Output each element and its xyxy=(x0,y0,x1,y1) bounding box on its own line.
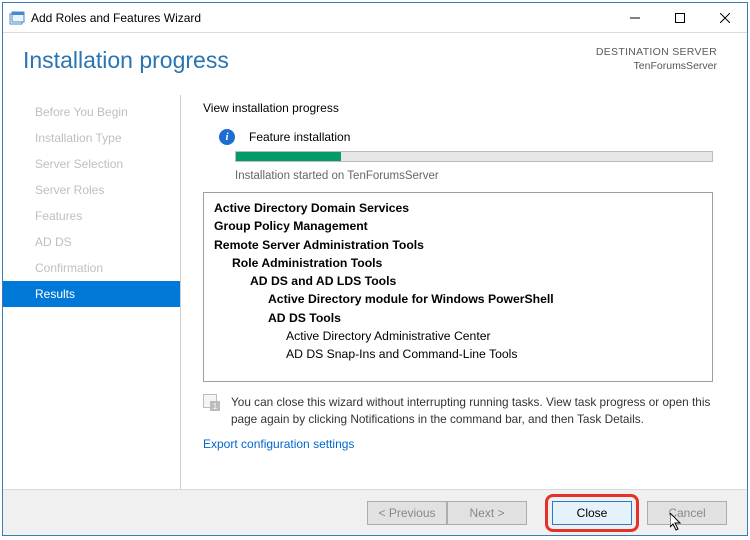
sidebar-item-ad-ds: AD DS xyxy=(3,229,180,255)
main-panel: View installation progress i Feature ins… xyxy=(181,95,747,489)
feature-item: AD DS and AD LDS Tools xyxy=(250,272,702,290)
sidebar-item-server-selection: Server Selection xyxy=(3,151,180,177)
sidebar-item-before-you-begin: Before You Begin xyxy=(3,99,180,125)
feature-item: Active Directory Administrative Center xyxy=(286,327,702,345)
sidebar-item-confirmation: Confirmation xyxy=(3,255,180,281)
sidebar-item-installation-type: Installation Type xyxy=(3,125,180,151)
app-icon xyxy=(9,10,25,26)
progress-status: Installation started on TenForumsServer xyxy=(235,170,719,182)
progress-fill xyxy=(236,152,341,161)
sidebar-item-results: Results xyxy=(3,281,180,307)
window-close-button[interactable] xyxy=(702,3,747,32)
close-highlight: Close xyxy=(545,494,639,532)
page-title: Installation progress xyxy=(23,47,229,74)
header: Installation progress DESTINATION SERVER… xyxy=(3,33,747,95)
previous-button: < Previous xyxy=(367,501,447,525)
wizard-window: Add Roles and Features Wizard Installati… xyxy=(2,2,748,536)
info-row: i Feature installation xyxy=(219,129,719,145)
titlebar: Add Roles and Features Wizard xyxy=(3,3,747,33)
feature-item: Group Policy Management xyxy=(214,217,702,235)
feature-list: Active Directory Domain ServicesGroup Po… xyxy=(203,192,713,382)
destination-value: TenForumsServer xyxy=(596,59,717,73)
footer: < Previous Next > Close Cancel xyxy=(3,489,747,535)
close-button[interactable]: Close xyxy=(552,501,632,525)
cancel-button: Cancel xyxy=(647,501,727,525)
next-button: Next > xyxy=(447,501,527,525)
info-text: Feature installation xyxy=(249,130,350,144)
info-icon: i xyxy=(219,129,235,145)
sidebar: Before You BeginInstallation TypeServer … xyxy=(3,95,181,489)
note-row: You can close this wizard without interr… xyxy=(203,394,713,427)
feature-item: AD DS Snap-Ins and Command-Line Tools xyxy=(286,345,702,363)
export-settings-link[interactable]: Export configuration settings xyxy=(203,437,354,451)
note-text: You can close this wizard without interr… xyxy=(231,394,713,427)
sidebar-item-server-roles: Server Roles xyxy=(3,177,180,203)
progress-bar xyxy=(235,151,713,162)
window-controls xyxy=(612,3,747,32)
main-heading: View installation progress xyxy=(203,101,719,115)
window-title: Add Roles and Features Wizard xyxy=(31,11,612,25)
feature-item: Active Directory module for Windows Powe… xyxy=(268,290,702,308)
minimize-button[interactable] xyxy=(612,3,657,32)
feature-item: Role Administration Tools xyxy=(232,254,702,272)
feature-item: Remote Server Administration Tools xyxy=(214,236,702,254)
sidebar-item-features: Features xyxy=(3,203,180,229)
maximize-button[interactable] xyxy=(657,3,702,32)
feature-item: Active Directory Domain Services xyxy=(214,199,702,217)
notification-flag-icon xyxy=(203,394,221,412)
progress-area: Installation started on TenForumsServer xyxy=(235,151,719,182)
destination-info: DESTINATION SERVER TenForumsServer xyxy=(596,45,717,73)
body: Before You BeginInstallation TypeServer … xyxy=(3,95,747,489)
feature-item: AD DS Tools xyxy=(268,309,702,327)
destination-label: DESTINATION SERVER xyxy=(596,45,717,59)
nav-button-group: < Previous Next > xyxy=(367,501,527,525)
